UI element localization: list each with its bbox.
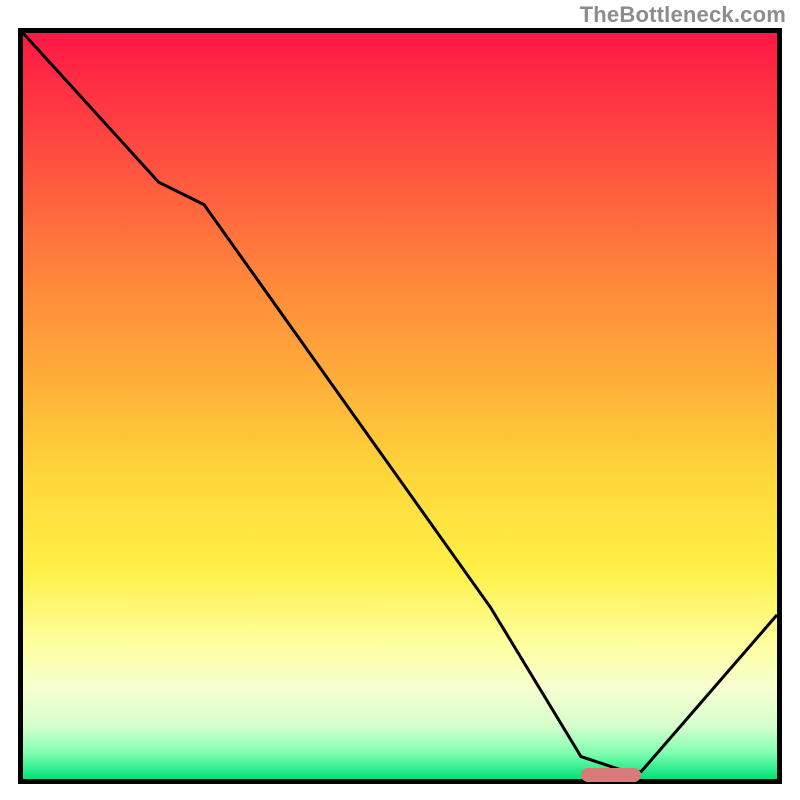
bottleneck-curve-path xyxy=(23,33,777,772)
optimal-range-marker xyxy=(581,768,641,782)
curve-svg xyxy=(23,33,777,779)
plot-area xyxy=(18,28,782,784)
chart-container: TheBottleneck.com xyxy=(0,0,800,800)
watermark-text: TheBottleneck.com xyxy=(580,2,786,28)
